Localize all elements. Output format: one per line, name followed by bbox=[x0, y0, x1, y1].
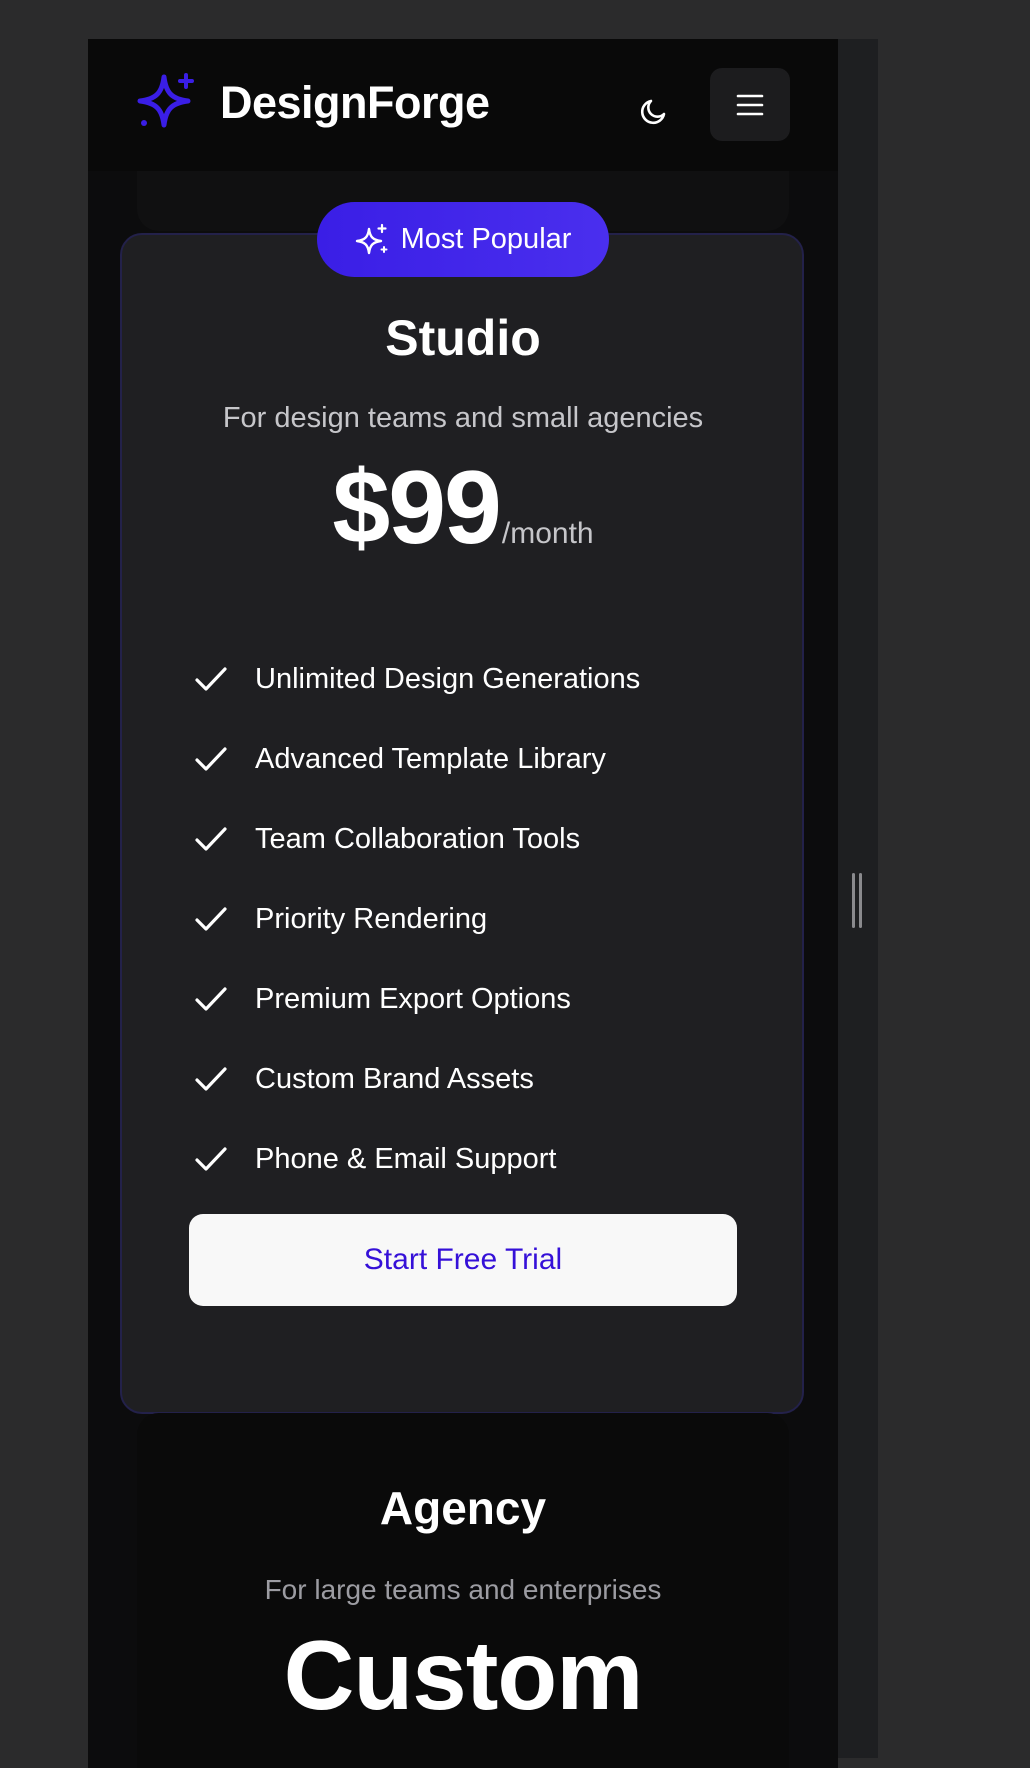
app-frame: DesignForge Most Popular Studio For desi… bbox=[0, 0, 1030, 1768]
check-icon bbox=[191, 979, 231, 1019]
feature-label: Priority Rendering bbox=[255, 902, 488, 935]
feature-item: Premium Export Options bbox=[191, 959, 640, 1039]
plan-title: Studio bbox=[385, 310, 541, 366]
brand-name: DesignForge bbox=[220, 77, 490, 128]
check-icon bbox=[191, 739, 231, 779]
resize-handle[interactable] bbox=[852, 873, 862, 928]
feature-item: Priority Rendering bbox=[191, 879, 640, 959]
check-icon bbox=[191, 1059, 231, 1099]
theme-toggle-button[interactable] bbox=[632, 89, 676, 133]
feature-item: Phone & Email Support bbox=[191, 1119, 640, 1199]
feature-item: Unlimited Design Generations bbox=[191, 639, 640, 719]
moon-icon bbox=[640, 99, 666, 125]
feature-label: Team Collaboration Tools bbox=[255, 822, 581, 855]
page-viewport: DesignForge Most Popular Studio For desi… bbox=[88, 39, 838, 1768]
feature-list: Unlimited Design Generations Advanced Te… bbox=[191, 639, 640, 1199]
plan-description: For design teams and small agencies bbox=[222, 402, 704, 434]
agency-plan-price: Custom bbox=[283, 1620, 644, 1730]
agency-plan-description: For large teams and enterprises bbox=[264, 1574, 662, 1605]
price-row: $99 /month bbox=[88, 449, 838, 568]
feature-label: Unlimited Design Generations bbox=[255, 662, 641, 695]
check-icon bbox=[191, 659, 231, 699]
badge-label: Most Popular bbox=[400, 223, 572, 255]
hamburger-menu-icon bbox=[736, 94, 764, 115]
menu-button[interactable] bbox=[710, 68, 790, 141]
feature-item: Custom Brand Assets bbox=[191, 1039, 640, 1119]
feature-label: Phone & Email Support bbox=[255, 1142, 557, 1175]
check-icon bbox=[191, 1139, 231, 1179]
check-icon bbox=[191, 819, 231, 859]
feature-item: Advanced Template Library bbox=[191, 719, 640, 799]
most-popular-badge: Most Popular bbox=[317, 202, 609, 277]
plan-price: $99 bbox=[332, 450, 502, 566]
sparkle-logo-icon bbox=[137, 73, 194, 128]
feature-item: Team Collaboration Tools bbox=[191, 799, 640, 879]
feature-label: Advanced Template Library bbox=[255, 742, 606, 775]
sparkles-icon bbox=[355, 223, 388, 254]
price-period: /month bbox=[501, 517, 594, 550]
feature-label: Premium Export Options bbox=[255, 982, 571, 1015]
feature-label: Custom Brand Assets bbox=[255, 1062, 534, 1095]
check-icon bbox=[191, 899, 231, 939]
agency-plan-title: Agency bbox=[379, 1482, 547, 1534]
start-free-trial-button[interactable]: Start Free Trial bbox=[189, 1214, 737, 1306]
site-header: DesignForge bbox=[88, 39, 838, 171]
brand-logo[interactable]: DesignForge bbox=[136, 73, 490, 133]
